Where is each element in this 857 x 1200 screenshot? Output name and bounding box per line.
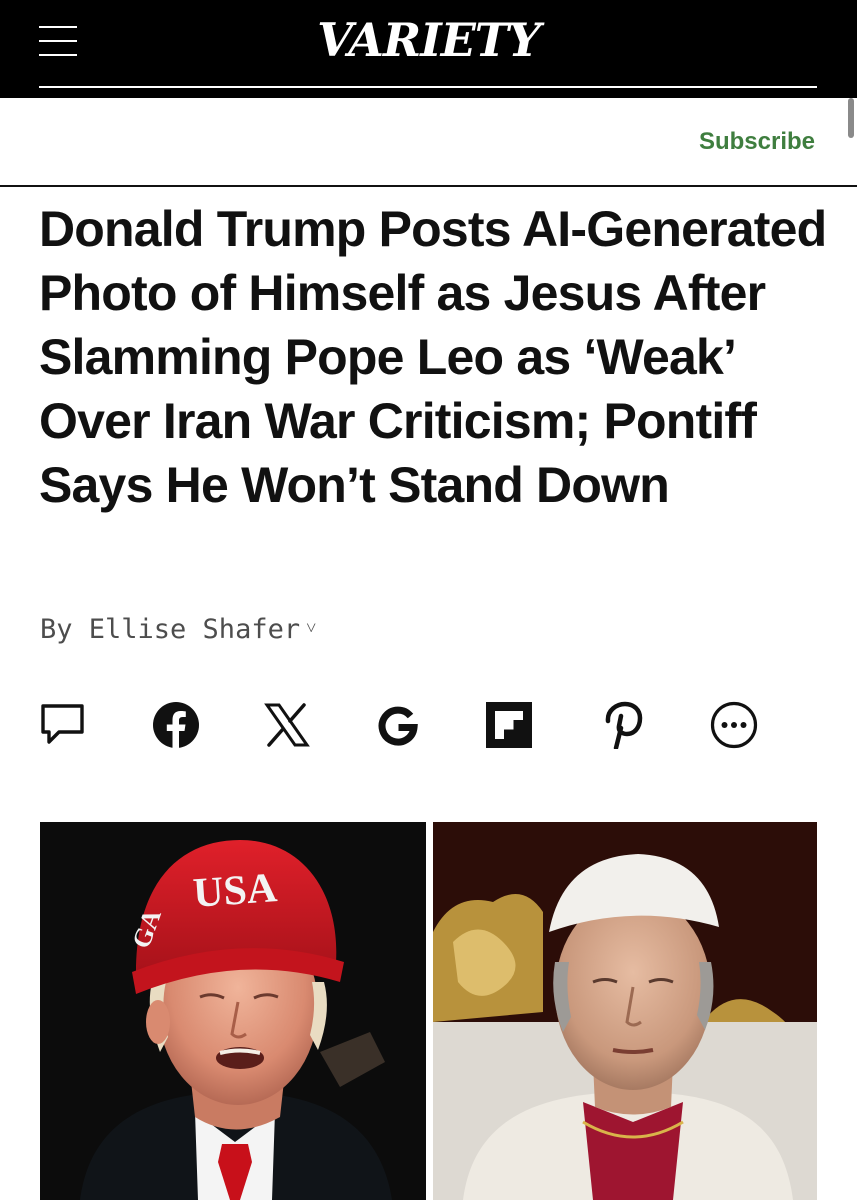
x-icon[interactable] (262, 700, 312, 750)
facebook-icon[interactable] (151, 700, 201, 750)
author-byline[interactable]: By Ellise Shafer ˅ (40, 614, 316, 645)
article-headline: Donald Trump Posts AI-Generated Photo of… (39, 201, 827, 513)
comment-icon[interactable] (38, 700, 88, 750)
photo-pope (433, 822, 817, 1200)
pinterest-icon[interactable] (597, 700, 647, 750)
cap-text: USA (192, 865, 280, 917)
header-divider (0, 185, 857, 187)
chevron-down-icon: ˅ (306, 618, 317, 639)
header-rule (39, 86, 817, 88)
more-icon[interactable] (709, 700, 759, 750)
article-hero-image[interactable]: USA GA (40, 822, 817, 1200)
scrollbar[interactable] (848, 98, 854, 138)
photo-trump: USA GA (40, 822, 426, 1200)
flipboard-icon[interactable] (484, 700, 534, 750)
byline-text: By Ellise Shafer (40, 614, 301, 645)
google-icon[interactable] (373, 700, 423, 750)
subscribe-link[interactable]: Subscribe (699, 128, 815, 156)
site-header: VARIETY (0, 0, 857, 98)
variety-logo[interactable]: VARIETY (0, 12, 857, 68)
